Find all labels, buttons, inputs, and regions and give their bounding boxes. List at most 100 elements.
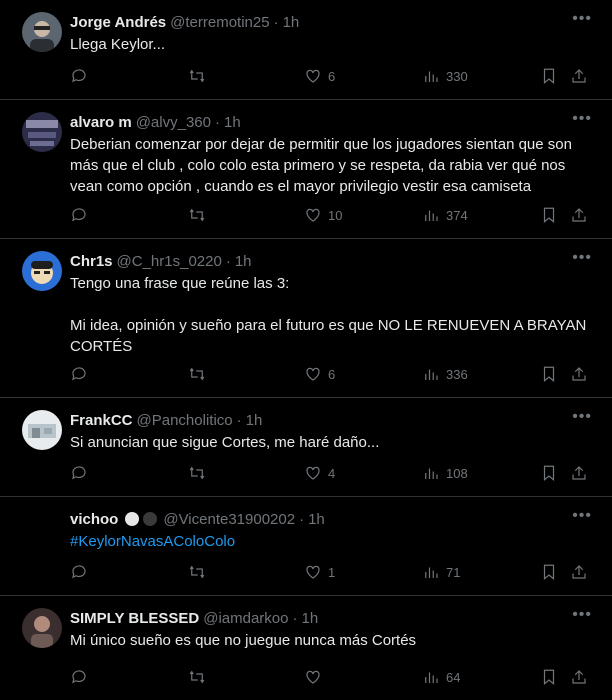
tweet[interactable]: SIMPLY BLESSED @iamdarkoo · 1h ••• Mi ún… (0, 596, 612, 700)
retweet-button[interactable] (188, 464, 206, 482)
more-options-icon[interactable]: ••• (572, 111, 592, 127)
author-name[interactable]: Jorge Andrés (70, 14, 166, 31)
analytics-icon (425, 71, 438, 82)
tweet[interactable]: alvaro m @alvy_360 · 1h ••• Deberian com… (0, 100, 612, 239)
share-icon (572, 69, 586, 83)
analytics-icon (425, 672, 438, 683)
avatar[interactable] (22, 112, 62, 152)
bookmark-button[interactable] (540, 464, 558, 482)
retweet-button[interactable] (188, 365, 206, 383)
tweet[interactable]: Chr1s @C_hr1s_0220 · 1h ••• Tengo una fr… (0, 239, 612, 398)
reply-icon (72, 466, 86, 480)
bookmark-button[interactable] (540, 563, 558, 581)
avatar[interactable] (22, 509, 62, 549)
tweet[interactable]: FrankCC @Pancholitico · 1h ••• Si anunci… (0, 398, 612, 497)
more-options-icon[interactable]: ••• (572, 11, 592, 27)
views-button[interactable]: 374 (422, 206, 468, 224)
reply-icon (72, 69, 86, 83)
bookmark-icon (543, 465, 555, 482)
more-options-icon[interactable]: ••• (572, 250, 592, 266)
like-button[interactable]: 4 (304, 464, 335, 482)
author-name[interactable]: SIMPLY BLESSED (70, 610, 199, 627)
bookmark-button[interactable] (540, 67, 558, 85)
timestamp[interactable]: 1h (308, 511, 325, 528)
bookmark-icon (543, 564, 555, 581)
hashtag-link[interactable]: #KeylorNavasAColoColo (70, 533, 235, 550)
white-circle-emoji (125, 512, 140, 526)
timestamp[interactable]: 1h (235, 253, 252, 270)
bookmark-button[interactable] (540, 206, 558, 224)
analytics-icon (425, 567, 438, 578)
reply-icon (72, 565, 86, 579)
more-options-icon[interactable]: ••• (572, 607, 592, 623)
tweet-header: alvaro m @alvy_360 · 1h (70, 100, 596, 132)
reply-button[interactable] (70, 67, 88, 85)
views-button[interactable]: 71 (422, 563, 460, 581)
retweet-icon (189, 466, 205, 480)
author-name[interactable]: FrankCC (70, 412, 133, 429)
tweet-text: Si anuncian que sigue Cortes, me haré da… (70, 434, 380, 451)
timestamp[interactable]: 1h (224, 114, 241, 131)
avatar[interactable] (22, 410, 62, 450)
retweet-icon (189, 670, 205, 684)
author-handle[interactable]: @iamdarkoo (203, 610, 288, 627)
like-count: 10 (328, 207, 343, 223)
bookmark-icon (543, 207, 555, 224)
retweet-button[interactable] (188, 668, 206, 686)
share-button[interactable] (570, 563, 588, 581)
author-handle[interactable]: @Vicente31900202 (163, 511, 295, 528)
author-handle[interactable]: @alvy_360 (136, 114, 211, 131)
share-button[interactable] (570, 668, 588, 686)
tweet[interactable]: vichoo @Vicente31900202 · 1h ••• #Keylor… (0, 497, 612, 596)
heart-icon (306, 69, 320, 83)
reply-button[interactable] (70, 464, 88, 482)
like-button[interactable]: 1 (304, 563, 335, 581)
tweet-header: vichoo @Vicente31900202 · 1h (70, 497, 596, 529)
bookmark-button[interactable] (540, 365, 558, 383)
retweet-button[interactable] (188, 206, 206, 224)
author-name[interactable]: alvaro m (70, 114, 132, 131)
timestamp[interactable]: 1h (283, 14, 300, 31)
tweet[interactable]: Jorge Andrés @terremotin25 · 1h ••• Lleg… (0, 0, 612, 100)
reply-button[interactable] (70, 206, 88, 224)
timestamp[interactable]: 1h (301, 610, 318, 627)
bookmark-icon (543, 669, 555, 686)
author-name[interactable]: Chr1s (70, 253, 113, 270)
share-icon (572, 208, 586, 222)
share-button[interactable] (570, 67, 588, 85)
like-button[interactable]: 10 (304, 206, 342, 224)
analytics-icon (425, 369, 438, 380)
views-button[interactable]: 108 (422, 464, 468, 482)
views-button[interactable]: 64 (422, 668, 460, 686)
author-handle[interactable]: @C_hr1s_0220 (117, 253, 222, 270)
views-button[interactable]: 336 (422, 365, 468, 383)
like-button[interactable] (304, 668, 328, 686)
reply-button[interactable] (70, 668, 88, 686)
more-options-icon[interactable]: ••• (572, 409, 592, 425)
heart-icon (306, 367, 320, 381)
author-handle[interactable]: @Pancholitico (137, 412, 233, 429)
avatar[interactable] (22, 12, 62, 52)
tweet-header: Chr1s @C_hr1s_0220 · 1h (70, 239, 596, 271)
retweet-button[interactable] (188, 563, 206, 581)
like-button[interactable]: 6 (304, 365, 335, 383)
retweet-button[interactable] (188, 67, 206, 85)
separator-dot: · (292, 609, 298, 627)
reply-button[interactable] (70, 563, 88, 581)
timestamp[interactable]: 1h (246, 412, 263, 429)
avatar[interactable] (22, 251, 62, 291)
share-icon (572, 367, 586, 381)
avatar[interactable] (22, 608, 62, 648)
share-button[interactable] (570, 365, 588, 383)
reply-button[interactable] (70, 365, 88, 383)
share-button[interactable] (570, 206, 588, 224)
author-handle[interactable]: @terremotin25 (170, 14, 269, 31)
more-options-icon[interactable]: ••• (572, 508, 592, 524)
bookmark-button[interactable] (540, 668, 558, 686)
share-button[interactable] (570, 464, 588, 482)
author-name[interactable]: vichoo (70, 511, 118, 528)
like-button[interactable]: 6 (304, 67, 335, 85)
tweet-header: SIMPLY BLESSED @iamdarkoo · 1h (70, 596, 596, 628)
heart-icon (306, 208, 320, 222)
views-button[interactable]: 330 (422, 67, 468, 85)
